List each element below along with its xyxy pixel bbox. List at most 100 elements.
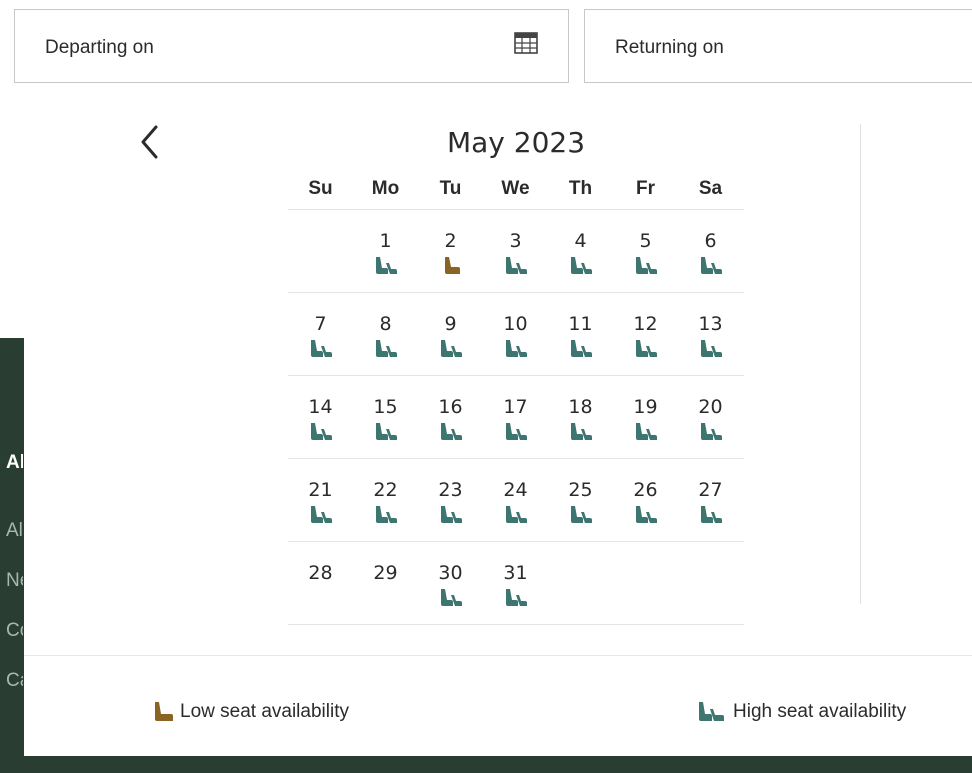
chevron-left-icon[interactable] <box>136 122 166 162</box>
day-cell-7[interactable]: 7 <box>288 293 353 375</box>
legend-low-availability: Low seat availability <box>152 698 349 726</box>
high-seat-icon <box>701 340 722 357</box>
weekday-we: We <box>501 178 530 199</box>
weekday-fr: Fr <box>636 178 655 199</box>
day-number: 28 <box>308 562 333 584</box>
high-seat-icon <box>376 257 397 274</box>
vertical-divider <box>860 124 861 604</box>
day-cell-8[interactable]: 8 <box>353 293 418 375</box>
day-cell-24[interactable]: 24 <box>483 459 548 541</box>
day-cell-22[interactable]: 22 <box>353 459 418 541</box>
weekday-sa: Sa <box>698 178 723 199</box>
day-cell-19[interactable]: 19 <box>613 376 678 458</box>
day-cell-20[interactable]: 20 <box>678 376 743 458</box>
day-cell-1[interactable]: 1 <box>353 210 418 292</box>
day-number: 13 <box>698 313 723 335</box>
weekday-tu: Tu <box>439 178 462 199</box>
high-seat-icon <box>506 589 527 606</box>
day-cell-15[interactable]: 15 <box>353 376 418 458</box>
high-seat-icon <box>636 257 657 274</box>
weekday-su: Su <box>308 178 333 199</box>
horizontal-divider <box>24 655 972 656</box>
weekday-mo: Mo <box>371 178 400 199</box>
day-cell-17[interactable]: 17 <box>483 376 548 458</box>
day-number: 17 <box>503 396 528 418</box>
day-number: 15 <box>373 396 398 418</box>
day-number: 30 <box>438 562 463 584</box>
day-number: 1 <box>379 230 392 252</box>
legend-high-label: High seat availability <box>733 701 907 722</box>
day-number: 14 <box>308 396 333 418</box>
day-cell-26[interactable]: 26 <box>613 459 678 541</box>
day-number: 16 <box>438 396 463 418</box>
high-seat-icon <box>636 423 657 440</box>
month-title: May 2023 <box>446 126 586 159</box>
footer-heading: Al <box>6 452 23 473</box>
high-seat-icon <box>701 506 722 523</box>
footer-link[interactable]: Al <box>6 520 23 542</box>
footer-link[interactable]: Ca <box>6 670 23 692</box>
high-seat-icon <box>636 506 657 523</box>
day-cell-5[interactable]: 5 <box>613 210 678 292</box>
low-seat-icon <box>155 702 173 721</box>
day-cell-25[interactable]: 25 <box>548 459 613 541</box>
high-seat-icon <box>376 423 397 440</box>
day-cell-21[interactable]: 21 <box>288 459 353 541</box>
day-number: 31 <box>503 562 528 584</box>
high-seat-icon <box>701 423 722 440</box>
day-cell-16[interactable]: 16 <box>418 376 483 458</box>
day-number: 11 <box>568 313 593 335</box>
day-cell-9[interactable]: 9 <box>418 293 483 375</box>
returning-label: Returning on <box>615 37 724 58</box>
calendar-week-row: 7 8 9 10 11 12 13 <box>288 293 744 376</box>
empty-day-cell <box>678 542 743 624</box>
high-seat-icon <box>571 340 592 357</box>
day-number: 18 <box>568 396 593 418</box>
day-cell-12[interactable]: 12 <box>613 293 678 375</box>
day-cell-28[interactable]: 28 <box>288 542 353 624</box>
high-seat-icon <box>311 340 332 357</box>
day-cell-27[interactable]: 27 <box>678 459 743 541</box>
footer-link[interactable]: Ne <box>6 570 23 592</box>
day-cell-10[interactable]: 10 <box>483 293 548 375</box>
calendar-weeks: 1 2 3 4 5 6 7 8 9 10 11 12 13 14 15 16 17 18 19 20 21 22 23 24 2… <box>288 210 744 625</box>
weekday-header-row: Su Mo Tu We Th Fr Sa <box>288 168 744 210</box>
day-cell-11[interactable]: 11 <box>548 293 613 375</box>
high-seat-icon <box>571 257 592 274</box>
empty-day-cell <box>548 542 613 624</box>
high-seat-icon <box>311 506 332 523</box>
day-cell-4[interactable]: 4 <box>548 210 613 292</box>
day-number: 26 <box>633 479 658 501</box>
high-seat-icon <box>441 589 462 606</box>
high-seat-icon <box>506 423 527 440</box>
day-cell-13[interactable]: 13 <box>678 293 743 375</box>
day-cell-6[interactable]: 6 <box>678 210 743 292</box>
returning-date-field[interactable]: Returning on <box>584 9 972 83</box>
departing-label: Departing on <box>45 37 154 58</box>
day-number: 2 <box>444 230 457 252</box>
day-cell-2[interactable]: 2 <box>418 210 483 292</box>
day-number: 9 <box>444 313 457 335</box>
calendar-icon[interactable] <box>514 32 538 54</box>
day-number: 10 <box>503 313 528 335</box>
day-number: 12 <box>633 313 658 335</box>
weekday-th: Th <box>568 178 593 199</box>
day-number: 24 <box>503 479 528 501</box>
day-cell-18[interactable]: 18 <box>548 376 613 458</box>
empty-day-cell <box>613 542 678 624</box>
day-cell-30[interactable]: 30 <box>418 542 483 624</box>
day-number: 7 <box>314 313 327 335</box>
day-number: 29 <box>373 562 398 584</box>
departing-date-field[interactable]: Departing on <box>14 9 569 83</box>
day-number: 27 <box>698 479 723 501</box>
day-cell-29[interactable]: 29 <box>353 542 418 624</box>
calendar-week-row: 14 15 16 17 18 19 20 <box>288 376 744 459</box>
day-cell-3[interactable]: 3 <box>483 210 548 292</box>
day-cell-31[interactable]: 31 <box>483 542 548 624</box>
footer-link[interactable]: Co <box>6 620 23 642</box>
high-seat-icon <box>571 506 592 523</box>
day-cell-14[interactable]: 14 <box>288 376 353 458</box>
day-number: 5 <box>639 230 652 252</box>
day-cell-23[interactable]: 23 <box>418 459 483 541</box>
high-seat-icon <box>376 506 397 523</box>
